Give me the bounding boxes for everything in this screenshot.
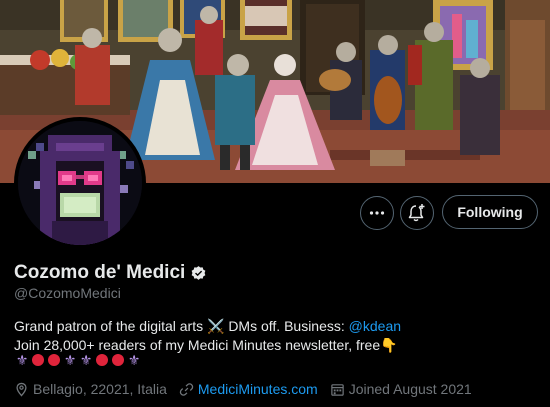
calendar-icon: [330, 383, 344, 396]
website-link[interactable]: MediciMinutes.com: [198, 381, 318, 397]
joined-text: Joined August 2021: [348, 381, 472, 397]
bio-line-1: Grand patron of the digital arts ⚔️ DMs …: [14, 317, 401, 336]
verified-badge-icon: [191, 265, 206, 280]
avatar-image: [18, 121, 142, 245]
location-text: Bellagio, 22021, Italia: [33, 381, 167, 397]
red-circle-icon: [112, 354, 124, 366]
profile-handle: @CozomoMedici: [14, 285, 121, 301]
location-pin-icon: [16, 382, 27, 397]
location-item: Bellagio, 22021, Italia: [14, 381, 167, 397]
fleur-de-lis-icon: ⚜: [127, 352, 141, 368]
business-mention-link[interactable]: @kdean: [349, 318, 401, 334]
profile-avatar[interactable]: [14, 117, 146, 249]
link-icon: [179, 382, 194, 396]
fleur-de-lis-icon: ⚜: [15, 352, 29, 368]
following-button[interactable]: Following: [442, 195, 538, 229]
bio-emoji-row: ⚜ ⚜ ⚜ ⚜: [14, 352, 142, 368]
more-options-button[interactable]: [360, 196, 394, 230]
bell-plus-icon: [408, 204, 425, 222]
notifications-button[interactable]: [400, 196, 434, 230]
joined-item: Joined August 2021: [330, 381, 472, 397]
profile-meta: Bellagio, 22021, Italia MediciMinutes.co…: [14, 381, 484, 397]
fleur-de-lis-icon: ⚜: [63, 352, 77, 368]
fleur-de-lis-icon: ⚜: [79, 352, 93, 368]
display-name: Cozomo de' Medici: [14, 262, 186, 283]
red-circle-icon: [32, 354, 44, 366]
website-item: MediciMinutes.com: [179, 381, 318, 397]
red-circle-icon: [96, 354, 108, 366]
profile-name-row: Cozomo de' Medici: [14, 262, 207, 284]
red-circle-icon: [48, 354, 60, 366]
profile-bio: Grand patron of the digital arts ⚔️ DMs …: [14, 317, 401, 355]
bio-line-1-text: Grand patron of the digital arts ⚔️ DMs …: [14, 318, 349, 334]
ellipsis-icon: [369, 211, 385, 215]
